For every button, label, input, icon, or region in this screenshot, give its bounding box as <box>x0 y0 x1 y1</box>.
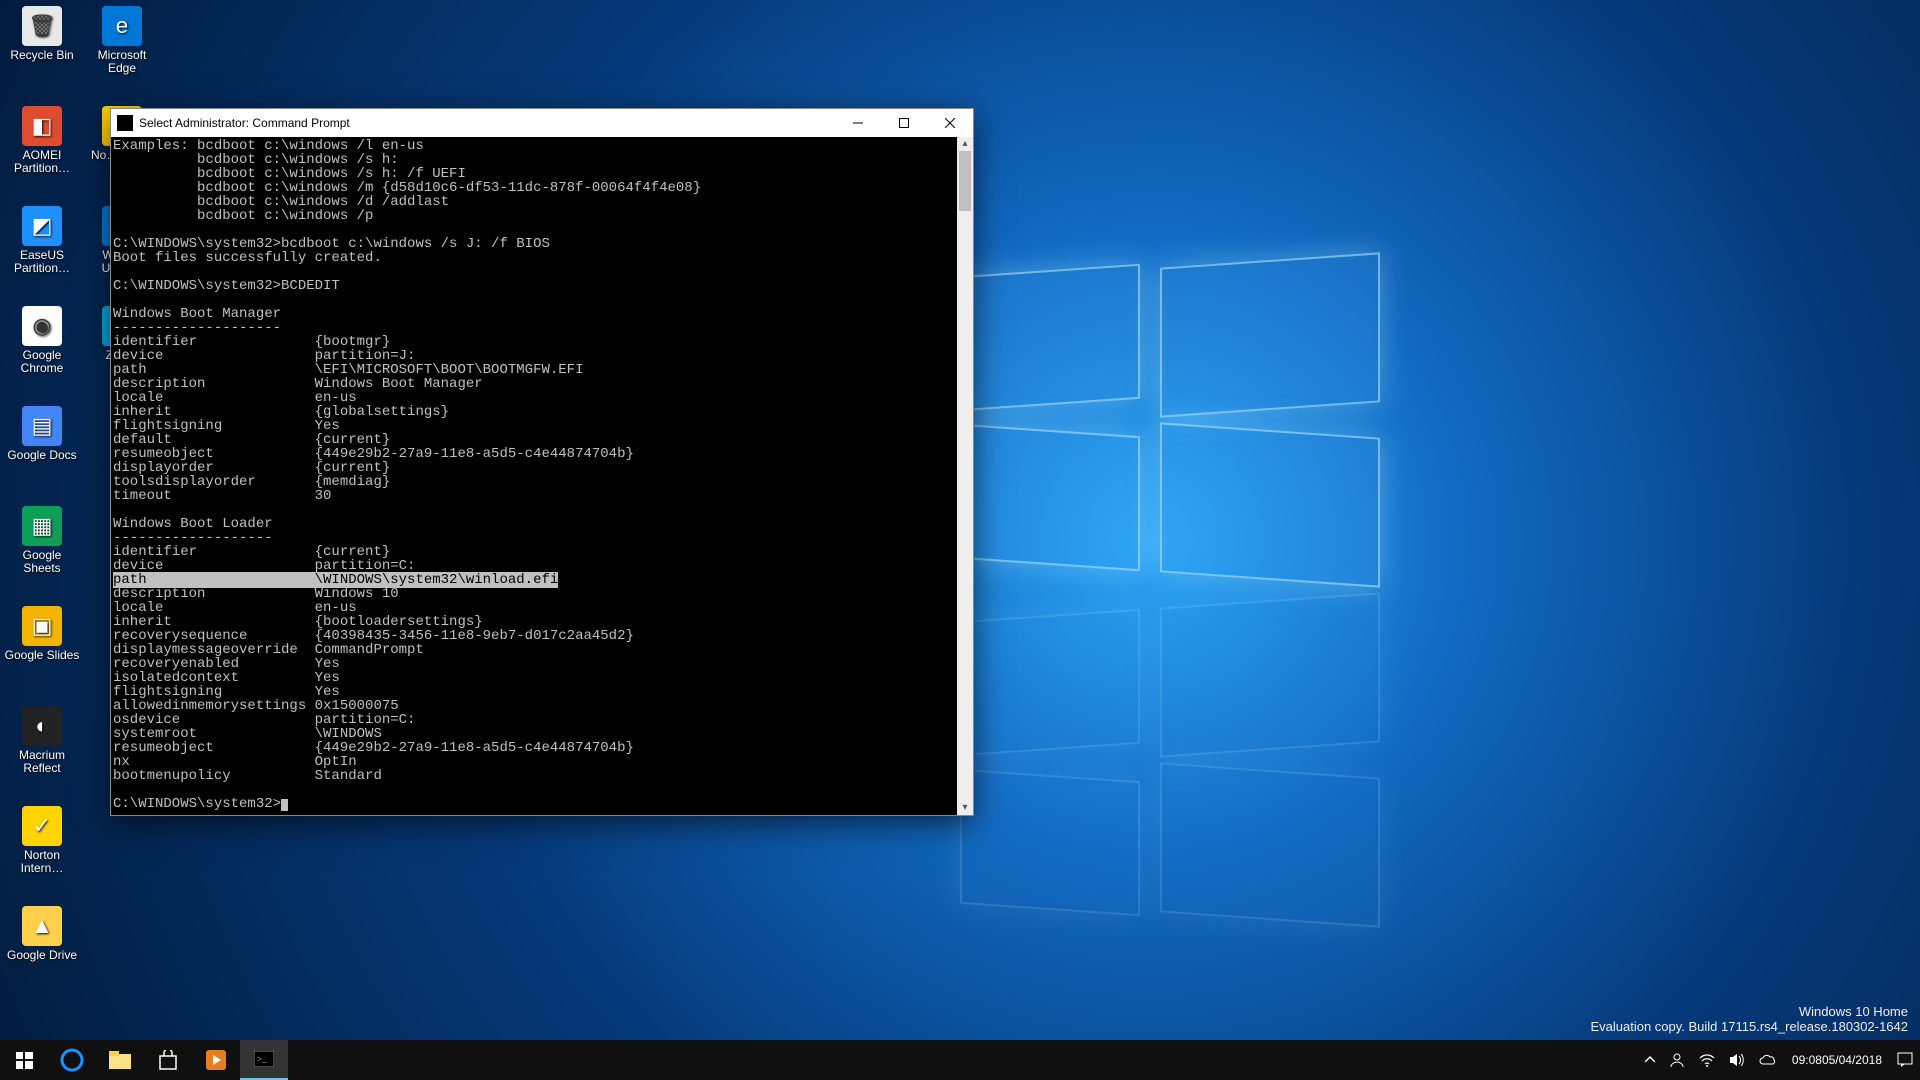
gslides-icon: ▣ <box>22 606 62 646</box>
svg-text:>_: >_ <box>257 1054 267 1064</box>
icon-label: Recycle Bin <box>4 49 80 62</box>
scroll-thumb[interactable] <box>959 151 971 211</box>
gdocs-icon: ▤ <box>22 406 62 446</box>
desktop-icon-gsheets[interactable]: ▦ Google Sheets <box>4 506 80 575</box>
desktop-icon-gdrive[interactable]: ▲ Google Drive <box>4 906 80 962</box>
icon-label: Norton Intern… <box>4 849 80 875</box>
gdrive-icon: ▲ <box>22 906 62 946</box>
desktop-icon-aomei[interactable]: ◧ AOMEI Partition… <box>4 106 80 175</box>
macrium-icon: ◐ <box>22 706 62 746</box>
start-button[interactable] <box>0 1040 48 1080</box>
chrome-icon: ◉ <box>22 306 62 346</box>
scroll-down-button[interactable]: ▾ <box>957 801 973 815</box>
icon-label: Google Docs <box>4 449 80 462</box>
icon-label: Google Drive <box>4 949 80 962</box>
maximize-button[interactable] <box>881 109 927 137</box>
tray-clock[interactable]: 09:0805/04/2018 <box>1784 1040 1890 1080</box>
tray-volume-icon[interactable] <box>1722 1040 1752 1080</box>
icon-label: Microsoft Edge <box>84 49 160 75</box>
aomei-icon: ◧ <box>22 106 62 146</box>
tray-onedrive-icon[interactable] <box>1752 1040 1784 1080</box>
command-prompt-window[interactable]: Select Administrator: Command Prompt Exa… <box>110 108 974 816</box>
cmd-icon <box>117 115 133 131</box>
taskbar-cmd[interactable]: >_ <box>240 1040 288 1080</box>
icon-label: AOMEI Partition… <box>4 149 80 175</box>
icon-label: Macrium Reflect <box>4 749 80 775</box>
icon-label: Google Sheets <box>4 549 80 575</box>
system-tray[interactable]: 09:0805/04/2018 <box>1638 1040 1920 1080</box>
titlebar[interactable]: Select Administrator: Command Prompt <box>111 109 973 137</box>
desktop-icon-macrium[interactable]: ◐ Macrium Reflect <box>4 706 80 775</box>
desktop-icon-gslides[interactable]: ▣ Google Slides <box>4 606 80 662</box>
edge-icon: e <box>102 6 142 46</box>
window-title: Select Administrator: Command Prompt <box>139 116 835 130</box>
tray-overflow-icon[interactable] <box>1638 1040 1662 1080</box>
tray-notifications-icon[interactable] <box>1890 1040 1920 1080</box>
tray-wifi-icon[interactable] <box>1692 1040 1722 1080</box>
icon-label: Google Chrome <box>4 349 80 375</box>
desktop-icon-chrome[interactable]: ◉ Google Chrome <box>4 306 80 375</box>
scrollbar[interactable]: ▴ ▾ <box>957 137 973 815</box>
close-button[interactable] <box>927 109 973 137</box>
gsheets-icon: ▦ <box>22 506 62 546</box>
desktop-watermark: Windows 10 Home Evaluation copy. Build 1… <box>1590 1004 1908 1034</box>
recycle-bin-icon: 🗑 <box>22 6 62 46</box>
taskbar-edge[interactable] <box>48 1040 96 1080</box>
easeus-icon: ◩ <box>22 206 62 246</box>
norton-icon: ✓ <box>22 806 62 846</box>
terminal-output[interactable]: Examples: bcdboot c:\windows /l en-us bc… <box>111 137 957 815</box>
icon-label: Google Slides <box>4 649 80 662</box>
desktop-icon-gdocs[interactable]: ▤ Google Docs <box>4 406 80 462</box>
desktop-icon-norton[interactable]: ✓ Norton Intern… <box>4 806 80 875</box>
desktop-icon-easeus[interactable]: ◩ EaseUS Partition… <box>4 206 80 275</box>
taskbar-media-player[interactable] <box>192 1040 240 1080</box>
desktop-icon-recycle-bin[interactable]: 🗑 Recycle Bin <box>4 6 80 62</box>
scroll-up-button[interactable]: ▴ <box>957 137 973 151</box>
taskbar-file-explorer[interactable] <box>96 1040 144 1080</box>
taskbar[interactable]: >_ 09:0805/04/2018 <box>0 1040 1920 1080</box>
taskbar-store[interactable] <box>144 1040 192 1080</box>
tray-people-icon[interactable] <box>1662 1040 1692 1080</box>
icon-label: EaseUS Partition… <box>4 249 80 275</box>
desktop-icon-edge[interactable]: e Microsoft Edge <box>84 6 160 75</box>
minimize-button[interactable] <box>835 109 881 137</box>
